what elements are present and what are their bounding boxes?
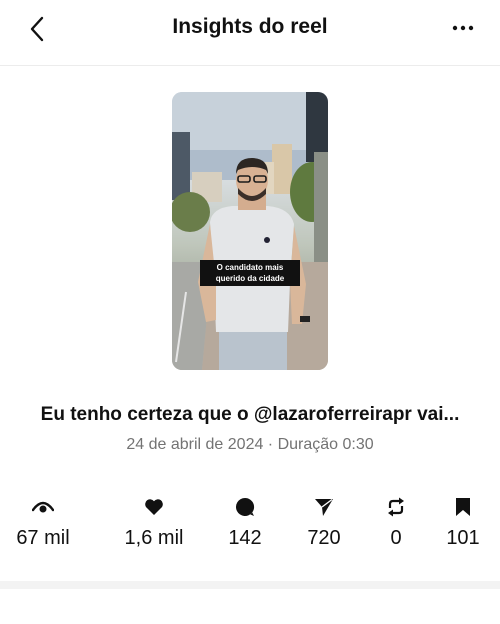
repost-icon xyxy=(388,497,404,517)
stat-comments-value: 142 xyxy=(228,527,262,549)
thumbnail-caption: O candidato mais querido da cidade xyxy=(200,260,300,286)
eye-icon xyxy=(32,501,54,513)
stat-likes[interactable]: 1,6 mil xyxy=(114,495,194,550)
more-options-button[interactable] xyxy=(448,16,478,40)
header: Insights do reel xyxy=(0,0,500,66)
stat-views[interactable]: 67 mil xyxy=(3,495,83,550)
stat-shares-value: 720 xyxy=(307,527,341,549)
heart-icon xyxy=(145,499,163,515)
post-caption: Eu tenho certeza que o @lazaroferreirapr… xyxy=(40,404,460,425)
stat-saves[interactable]: 101 xyxy=(423,495,500,550)
page-title: Insights do reel xyxy=(172,15,328,38)
post-date-duration: 24 de abril de 2024 · Duração 0:30 xyxy=(126,436,374,453)
stat-views-value: 67 mil xyxy=(16,527,70,549)
share-icon xyxy=(315,498,333,516)
comment-icon xyxy=(236,497,255,516)
section-divider xyxy=(0,581,500,589)
bookmark-icon xyxy=(456,498,470,516)
stat-likes-value: 1,6 mil xyxy=(124,527,184,549)
stats-row: 67 mil 1,6 mil 142 720 0 101 xyxy=(0,495,500,555)
more-horizontal-icon xyxy=(452,25,474,31)
stat-shares[interactable]: 720 xyxy=(284,495,364,550)
stat-saves-value: 101 xyxy=(446,527,480,549)
reel-thumbnail-image xyxy=(172,92,328,370)
stat-comments[interactable]: 142 xyxy=(205,495,285,550)
reel-thumbnail[interactable]: O candidato mais querido da cidade xyxy=(172,92,328,370)
